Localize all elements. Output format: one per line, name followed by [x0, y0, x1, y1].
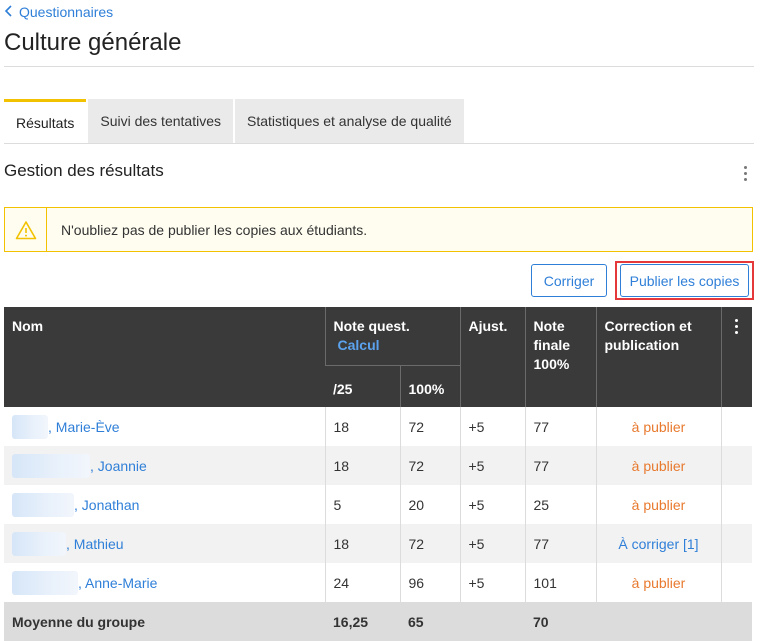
status-link[interactable]: À corriger [1] [595, 524, 721, 563]
table-row: , Anne-Marie 24 96 +5 101 à publier [4, 563, 752, 602]
footer-label: Moyenne du groupe [4, 602, 325, 641]
status-link[interactable]: à publier [595, 446, 721, 485]
student-name-link[interactable]: , Joannie [90, 458, 147, 474]
cell-score: 18 [324, 446, 400, 485]
cell-percent: 72 [399, 524, 460, 563]
footer-final: 70 [525, 602, 596, 641]
cell-empty [720, 524, 752, 563]
warning-triangle-icon [15, 220, 36, 239]
cell-percent: 20 [399, 485, 460, 524]
cell-adjust[interactable]: +5 [459, 524, 525, 563]
cell-percent: 96 [399, 563, 460, 602]
cell-final: 77 [524, 407, 596, 446]
cell-adjust[interactable]: +5 [459, 563, 525, 602]
cell-empty [720, 407, 752, 446]
footer-score: 16,25 [325, 602, 400, 641]
cell-score: 24 [324, 563, 400, 602]
status-link[interactable]: à publier [595, 563, 721, 602]
back-link-questionnaires[interactable]: Questionnaires [4, 4, 113, 20]
student-name-link[interactable]: , Mathieu [66, 536, 124, 552]
student-name-link[interactable]: , Anne-Marie [78, 575, 157, 591]
tabs-divider [4, 143, 754, 144]
redacted-surname [12, 414, 48, 439]
tab-resultats[interactable]: Résultats [4, 99, 87, 143]
cell-score: 18 [324, 407, 400, 446]
cell-percent: 72 [399, 407, 460, 446]
more-vertical-icon[interactable] [730, 317, 745, 334]
tab-bar: Résultats Suivi des tentatives Statistiq… [4, 99, 466, 143]
cell-final: 101 [524, 563, 596, 602]
cell-final: 77 [524, 524, 596, 563]
redacted-surname [12, 492, 74, 517]
cell-final: 77 [524, 446, 596, 485]
cell-empty [720, 563, 752, 602]
chevron-left-icon [4, 4, 13, 20]
header-nom[interactable]: Nom [4, 307, 325, 407]
student-name-link[interactable]: , Jonathan [74, 497, 139, 513]
table-row: , Jonathan 5 20 +5 25 à publier [4, 485, 752, 524]
cell-adjust[interactable]: +5 [459, 485, 525, 524]
status-link[interactable]: à publier [595, 407, 721, 446]
cell-score: 5 [324, 485, 400, 524]
cell-final: 25 [524, 485, 596, 524]
redacted-surname [12, 531, 66, 556]
redacted-surname [12, 453, 90, 478]
section-title: Gestion des résultats [4, 161, 164, 180]
header-note-finale: Note finale 100% [524, 307, 596, 407]
cell-empty [720, 446, 752, 485]
footer-status [596, 602, 721, 641]
header-note-quest: Note quest. Calcul [324, 307, 460, 366]
header-ajust: Ajust. [459, 307, 525, 407]
publish-reminder-alert: N'oubliez pas de publier les copies aux … [4, 207, 753, 252]
redacted-surname [12, 570, 78, 595]
header-sub-percent: 100% [399, 365, 460, 407]
back-link-label: Questionnaires [19, 4, 114, 20]
table-row: , Mathieu 18 72 +5 77 À corriger [1] [4, 524, 752, 563]
corriger-button[interactable]: Corriger [531, 264, 607, 297]
footer-adjust [460, 602, 525, 641]
publier-copies-button[interactable]: Publier les copies [620, 264, 749, 297]
cell-empty [720, 485, 752, 524]
header-note-quest-label: Note quest. [333, 318, 410, 334]
table-row: , Joannie 18 72 +5 77 à publier [4, 446, 752, 485]
more-options-icon[interactable] [738, 166, 752, 181]
table-row: , Marie-Ève 18 72 +5 77 à publier [4, 407, 752, 446]
group-average-row: Moyenne du groupe 16,25 65 70 [4, 602, 752, 641]
results-table: Nom Note quest. Calcul Ajust. Note final… [4, 307, 752, 641]
warning-icon-box [5, 208, 47, 251]
calcul-link[interactable]: Calcul [338, 337, 380, 353]
cell-adjust[interactable]: +5 [459, 446, 525, 485]
header-sub-score: /25 [325, 365, 400, 407]
title-divider [4, 66, 754, 67]
footer-empty [721, 602, 752, 641]
cell-percent: 72 [399, 446, 460, 485]
tab-statistiques[interactable]: Statistiques et analyse de qualité [234, 99, 464, 143]
cell-score: 18 [324, 524, 400, 563]
tab-suivi-tentatives[interactable]: Suivi des tentatives [88, 99, 233, 143]
cell-adjust[interactable]: +5 [459, 407, 525, 446]
student-name-link[interactable]: , Marie-Ève [48, 419, 120, 435]
status-link[interactable]: à publier [595, 485, 721, 524]
header-correction: Correction et publication [595, 307, 721, 407]
header-more[interactable] [720, 307, 752, 407]
alert-message: N'oubliez pas de publier les copies aux … [61, 221, 368, 238]
page-title: Culture générale [4, 29, 182, 56]
footer-percent: 65 [400, 602, 460, 641]
